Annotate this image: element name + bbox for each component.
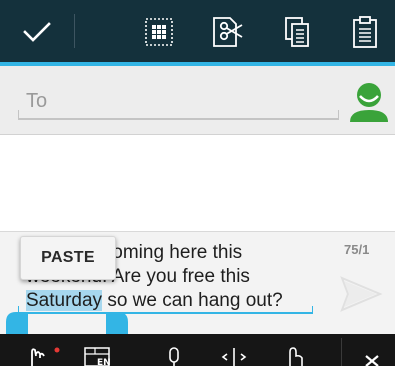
hide-keyboard-key[interactable] xyxy=(352,334,392,366)
action-bar-divider xyxy=(74,14,75,48)
contact-person-icon xyxy=(350,83,388,122)
selected-text: Saturday xyxy=(26,290,103,311)
language-en-icon: EN xyxy=(84,347,111,366)
keyboard-separator xyxy=(341,338,342,366)
cut-icon xyxy=(213,17,243,47)
language-key[interactable]: EN xyxy=(78,334,118,366)
gesture-key[interactable] xyxy=(276,334,316,366)
hide-keyboard-icon xyxy=(365,355,379,366)
handwriting-key[interactable] xyxy=(20,334,64,366)
message-line-3: Saturday so we can hang out? xyxy=(26,289,326,313)
message-line-3-rest: so we can hang out? xyxy=(102,290,283,311)
cursor-move-icon xyxy=(221,348,247,366)
contextual-action-bar xyxy=(0,0,395,62)
paste-popup-button[interactable]: PASTE xyxy=(20,236,116,280)
copy-icon xyxy=(285,17,309,47)
cursor-move-key[interactable] xyxy=(214,334,254,366)
compose-underline-right-tick xyxy=(312,306,313,314)
done-button[interactable] xyxy=(14,10,60,54)
to-field[interactable]: To xyxy=(26,90,47,113)
send-button[interactable] xyxy=(336,272,384,316)
to-underline-left-tick xyxy=(18,110,19,120)
message-input-underline xyxy=(18,312,313,314)
recipient-area: To xyxy=(0,66,395,134)
keyboard-toolbar: EN xyxy=(0,334,395,366)
mic-icon xyxy=(169,347,179,366)
gesture-icon xyxy=(289,347,303,366)
cut-button[interactable] xyxy=(204,10,250,54)
check-icon xyxy=(23,22,51,42)
add-contact-button[interactable] xyxy=(346,80,392,122)
paste-button[interactable] xyxy=(342,10,388,54)
select-all-button[interactable] xyxy=(136,10,182,54)
handwriting-icon xyxy=(31,347,60,366)
conversation-area xyxy=(0,135,395,230)
copy-button[interactable] xyxy=(274,10,320,54)
language-label: EN xyxy=(97,358,111,366)
clipboard-icon xyxy=(353,16,377,48)
select-all-icon xyxy=(145,18,173,46)
to-field-underline xyxy=(18,118,339,120)
send-icon xyxy=(340,276,383,312)
to-underline-right-tick xyxy=(338,110,339,120)
voice-input-key[interactable] xyxy=(154,334,194,366)
character-counter: 75/1 xyxy=(344,242,370,257)
